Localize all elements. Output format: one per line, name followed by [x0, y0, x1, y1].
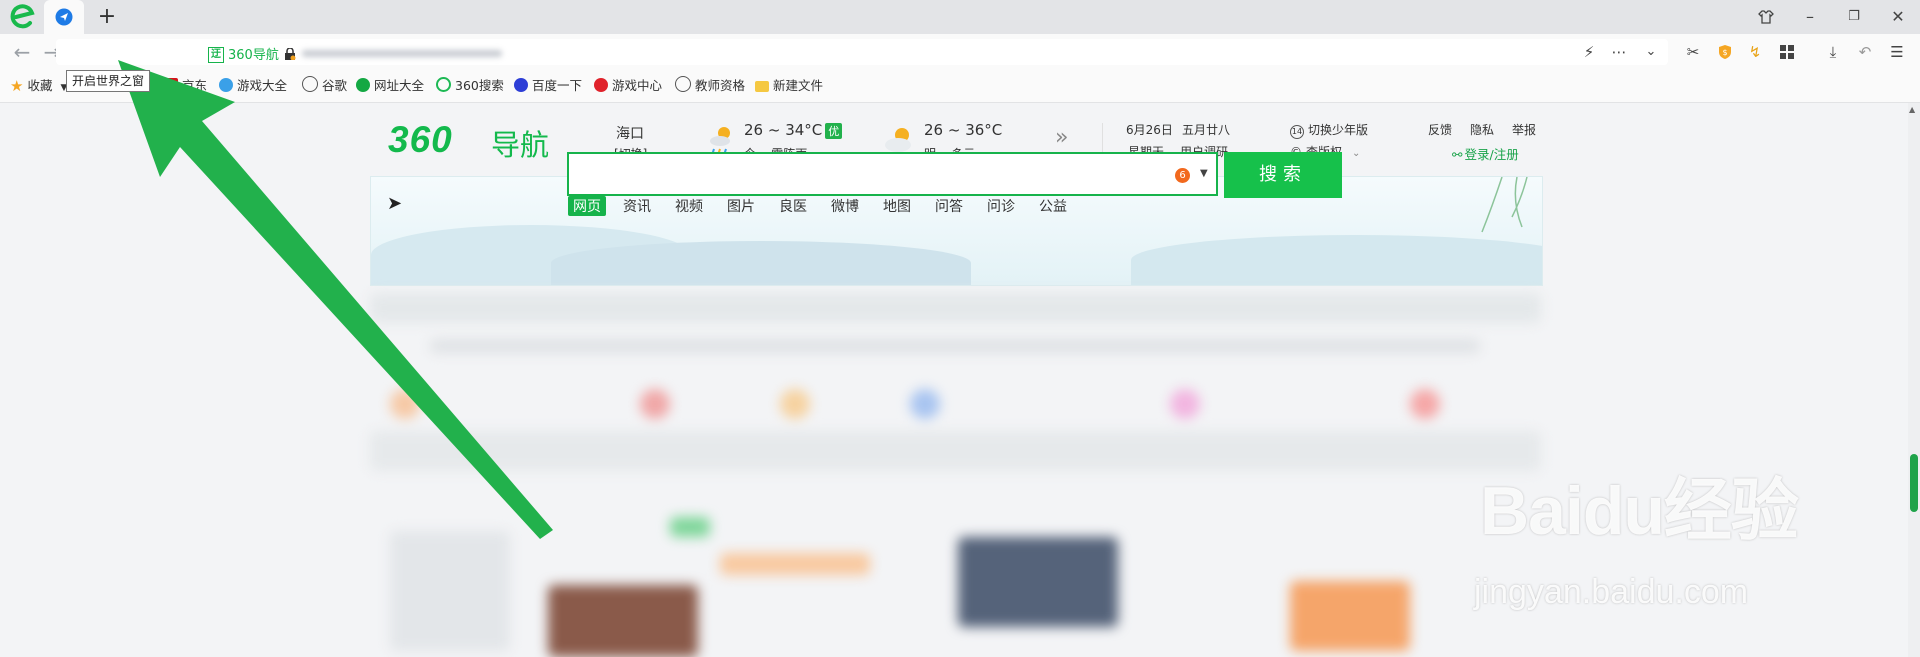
login-register-link[interactable]: ⚯ 登录/注册 — [1452, 144, 1519, 163]
swallow-icon: ➤ — [387, 193, 403, 214]
game-center-icon — [594, 78, 608, 92]
chevron-down-icon: ⌄ — [1352, 148, 1361, 159]
search-tab-consult[interactable]: 问诊 — [987, 196, 1015, 216]
globe-icon — [675, 76, 691, 92]
scrollbar-track[interactable] — [1908, 103, 1920, 657]
skin-icon[interactable] — [1755, 6, 1777, 28]
search-tab-qa[interactable]: 问答 — [935, 196, 963, 216]
bookmark-google[interactable]: 谷歌 — [302, 76, 347, 96]
folder-icon — [755, 81, 769, 92]
site-logo[interactable]: 360 — [388, 119, 453, 161]
blurred-content — [370, 281, 1541, 657]
city-name: 海口 — [616, 126, 644, 142]
report-link[interactable]: 举报 — [1512, 121, 1536, 138]
lunar-date: 五月廿八 — [1182, 123, 1231, 137]
hot-count-badge[interactable]: 6 — [1175, 168, 1190, 183]
site-icon — [356, 78, 370, 92]
watermark-brand: Baidu经验 — [1480, 473, 1799, 549]
search-input[interactable] — [567, 152, 1218, 196]
globe-icon — [302, 76, 318, 92]
lock-icon — [285, 48, 296, 60]
privacy-link[interactable]: 隐私 — [1470, 121, 1494, 138]
bookmark-game-center[interactable]: 游戏中心 — [594, 76, 662, 96]
weather-tomorrow-icon — [884, 125, 918, 155]
undo-icon[interactable]: ↶ — [1854, 41, 1876, 63]
weather-tomorrow[interactable]: 26 ~ 36°C — [924, 121, 1002, 139]
bookmark-jd[interactable]: 京东 — [164, 76, 207, 96]
search-tab-charity[interactable]: 公益 — [1039, 196, 1067, 216]
scrollbar-thumb[interactable] — [1910, 454, 1918, 512]
baidu-icon — [514, 78, 528, 92]
site-favicon-icon: 迂 — [208, 47, 224, 63]
minimize-button[interactable]: – — [1799, 6, 1821, 28]
search-dropdown-icon[interactable]: ▼ — [1200, 168, 1208, 179]
youth-icon: 14 — [1290, 125, 1304, 139]
search-tab-doctor[interactable]: 良医 — [779, 196, 807, 216]
search-tab-web[interactable]: 网页 — [568, 196, 606, 216]
bookmark-favorites[interactable]: ★ 收藏 ▼ — [10, 76, 67, 96]
star-icon: ★ — [10, 77, 24, 95]
user-icon: ⚯ — [1452, 147, 1463, 162]
search-tab-map[interactable]: 地图 — [883, 196, 911, 216]
bookmark-sites[interactable]: 网址大全 — [356, 76, 424, 96]
scroll-up-icon[interactable]: ▲ — [1909, 105, 1915, 114]
baidu-watermark: Baidu经验 jingyan.baidu.com — [1470, 455, 1890, 615]
search-tab-images[interactable]: 图片 — [727, 196, 755, 216]
screenshot-scissors-icon[interactable]: ✂ — [1682, 41, 1704, 63]
menu-icon[interactable]: ☰ — [1886, 41, 1908, 63]
browser-titlebar: + – ❐ ✕ — [0, 0, 1920, 34]
search-tab-video[interactable]: 视频 — [675, 196, 703, 216]
back-button[interactable]: ← — [12, 42, 32, 63]
active-tab[interactable] — [44, 0, 84, 34]
site-logo-text[interactable]: 导航 — [491, 122, 549, 164]
restore-button[interactable]: ❐ — [1843, 6, 1865, 28]
more-icon[interactable]: ⋯ — [1608, 41, 1630, 63]
watermark-url: jingyan.baidu.com — [1474, 573, 1749, 611]
dropdown-chevron-icon[interactable]: ⌄ — [1640, 41, 1662, 63]
bookmark-baidu[interactable]: 百度一下 — [514, 76, 582, 96]
tooltip: 开启世界之窗 — [66, 70, 151, 92]
speed-mode-icon[interactable]: ⚡ — [1578, 41, 1600, 63]
youth-version-link[interactable]: 14 切换少年版 — [1290, 121, 1368, 139]
mountain-decoration — [551, 241, 971, 285]
bookmark-new-folder[interactable]: 新建文件 — [755, 76, 823, 96]
weather-more-icon[interactable]: » — [1055, 125, 1068, 150]
search-button[interactable]: 搜索 — [1224, 152, 1342, 198]
address-bar-row: ← → 迂 360导航 ⚡ ⋯ ⌄ ✂ $ ↯ ⤓ ↶ ☰ 开启世界之窗 — [0, 34, 1920, 92]
url-text-blurred[interactable] — [302, 50, 502, 57]
url-box[interactable]: 迂 360导航 — [56, 39, 1668, 65]
willow-decoration — [1442, 177, 1532, 237]
search-360-icon — [436, 77, 451, 92]
browser-logo-icon[interactable] — [8, 3, 38, 31]
url-site-title: 360导航 — [228, 48, 279, 63]
new-tab-button[interactable]: + — [96, 6, 118, 28]
close-button[interactable]: ✕ — [1887, 6, 1909, 28]
search-tab-weibo[interactable]: 微博 — [831, 196, 859, 216]
bookmark-games[interactable]: 游戏大全 — [219, 76, 287, 96]
shield-icon[interactable]: $ — [1714, 41, 1736, 63]
download-icon[interactable]: ⤓ — [1822, 41, 1844, 63]
mountain-decoration — [1131, 235, 1542, 285]
jd-icon — [164, 78, 178, 92]
bookmark-teacher[interactable]: 教师资格 — [675, 76, 745, 96]
weather-today[interactable]: 26 ~ 34°C 优 — [744, 121, 843, 139]
search-tab-news[interactable]: 资讯 — [623, 196, 651, 216]
apps-grid-icon[interactable] — [1776, 41, 1798, 63]
air-quality-badge: 优 — [825, 123, 843, 139]
bookmark-360search[interactable]: 360搜索 — [436, 76, 504, 96]
navigation-tab-icon — [55, 8, 73, 26]
game-icon — [219, 78, 233, 92]
bookmarks-bar: ★收藏▼ 手机 京东 游戏大全 谷歌 网址大全 360搜索 百度一下 游戏中心 … — [0, 70, 1920, 103]
accelerate-icon[interactable]: ↯ — [1744, 41, 1766, 63]
solar-date: 6月26日 — [1126, 123, 1173, 137]
svg-text:$: $ — [1722, 48, 1727, 57]
feedback-link[interactable]: 反馈 — [1428, 121, 1452, 138]
